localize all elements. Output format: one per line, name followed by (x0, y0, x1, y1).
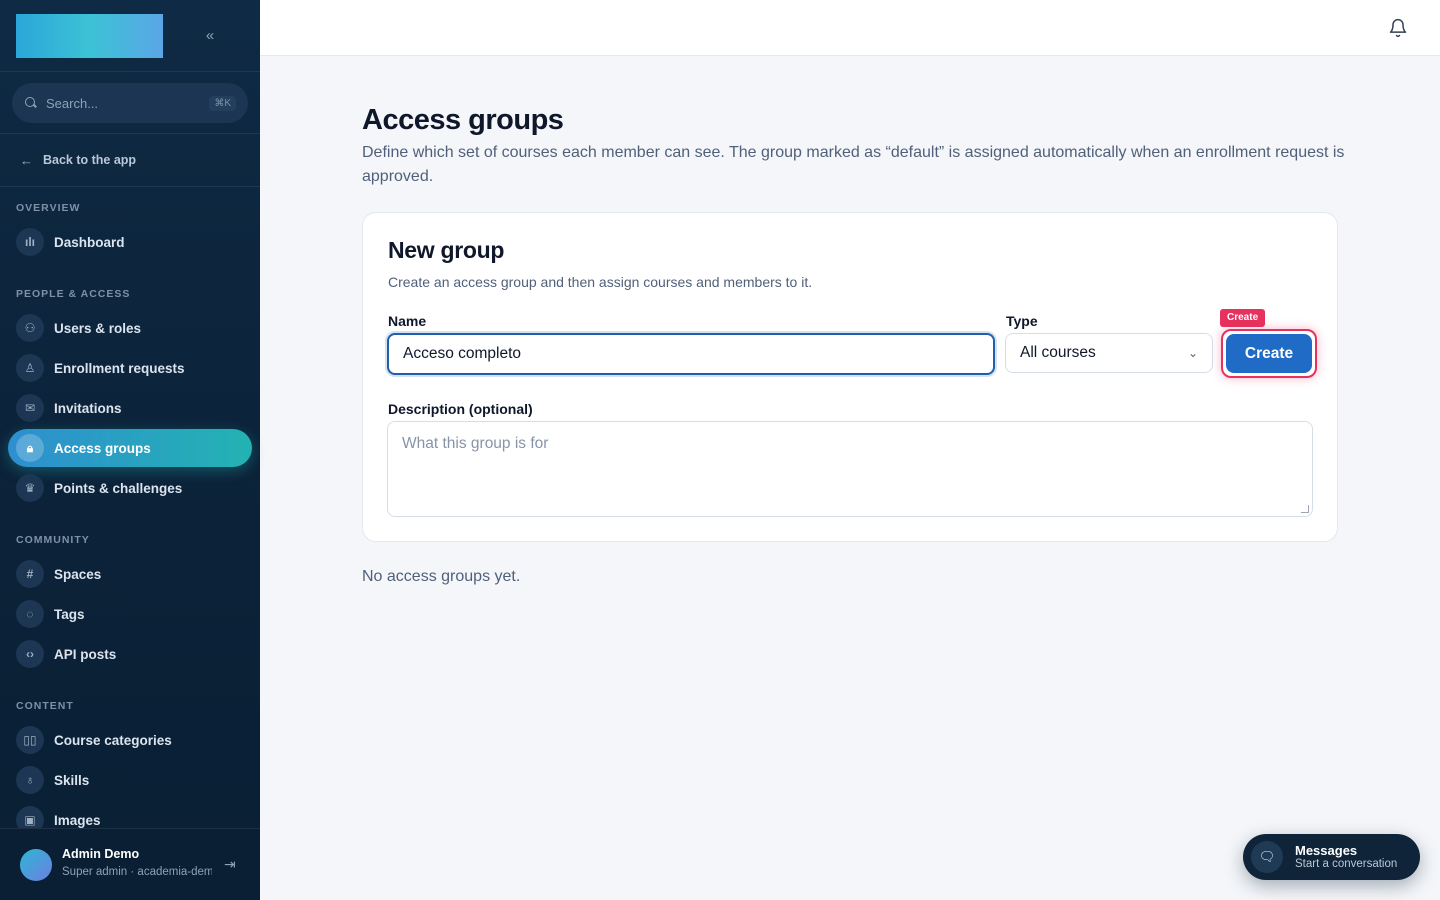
sidebar-item-dashboard[interactable]: ılı Dashboard (8, 223, 252, 261)
divider (0, 186, 260, 187)
back-to-app-link[interactable]: ← Back to the app (20, 150, 136, 170)
sidebar-item-tags[interactable]: ◌ Tags (8, 595, 252, 633)
code-icon: ‹› (16, 640, 44, 668)
section-content: CONTENT (16, 700, 74, 712)
chat-bubble-icon: ◌ (16, 600, 44, 628)
back-label: Back to the app (43, 153, 137, 167)
resize-handle-icon[interactable] (1301, 505, 1309, 513)
description-placeholder: What this group is for (402, 435, 549, 452)
section-community: COMMUNITY (16, 534, 90, 546)
hash-icon: # (16, 560, 44, 588)
create-highlight-tag: Create (1220, 309, 1266, 327)
sidebar-item-label: Access groups (54, 440, 151, 456)
trophy-icon: ♛ (16, 474, 44, 502)
type-label: Type (1006, 313, 1038, 329)
award-icon: ♁ (16, 766, 44, 794)
sidebar-item-invitations[interactable]: ✉ Invitations (8, 389, 252, 427)
sidebar-item-users-roles[interactable]: ⚇ Users & roles (8, 309, 252, 347)
card-subtitle: Create an access group and then assign c… (388, 274, 813, 290)
search-icon (24, 96, 38, 110)
arrow-left-icon: ← (20, 152, 33, 168)
bar-chart-icon: ılı (16, 228, 44, 256)
chat-icon: 🗨︎ (1251, 841, 1283, 873)
sidebar-item-label: Images (54, 812, 101, 828)
brand-logo[interactable] (16, 14, 163, 58)
type-select-value: All courses (1020, 344, 1096, 361)
sidebar-item-label: Users & roles (54, 320, 142, 336)
name-input[interactable]: Acceso completo (387, 333, 995, 375)
type-select[interactable]: All courses ⌄ (1005, 333, 1213, 373)
chevron-down-icon: ⌄ (1187, 346, 1198, 360)
sidebar-item-label: Course categories (54, 732, 172, 748)
sidebar-item-api-posts[interactable]: ‹› API posts (8, 635, 252, 673)
sidebar-item-skills[interactable]: ♁ Skills (8, 761, 252, 799)
sidebar-item-label: API posts (54, 646, 117, 662)
sidebar-search[interactable]: Search... ⌘K (12, 83, 248, 123)
sidebar-item-points-challenges[interactable]: ♛ Points & challenges (8, 469, 252, 507)
lock-icon: 🔒︎ (16, 434, 44, 462)
topbar (260, 0, 1440, 56)
page-description: Define which set of courses each member … (362, 144, 1345, 185)
user-panel: Admin Demo Super admin · academia-demo ⇥ (0, 828, 260, 900)
create-button[interactable]: Create (1226, 334, 1312, 373)
bell-icon[interactable] (1388, 18, 1408, 38)
messages-subtitle: Start a conversation (1295, 858, 1398, 870)
name-label: Name (388, 313, 427, 329)
avatar[interactable] (20, 849, 52, 881)
users-icon: ⚇ (16, 314, 44, 342)
messages-title: Messages (1295, 843, 1358, 858)
sidebar-item-label: Enrollment requests (54, 360, 185, 376)
section-overview: OVERVIEW (16, 202, 81, 214)
create-button-highlight: Create (1221, 329, 1317, 378)
card-title: New group (388, 237, 505, 263)
messages-widget[interactable]: 🗨︎ Messages Start a conversation (1243, 834, 1420, 880)
sidebar-item-access-groups[interactable]: 🔒︎ Access groups (8, 429, 252, 467)
sidebar-item-label: Spaces (54, 566, 102, 582)
sidebar-item-label: Tags (54, 606, 85, 622)
search-shortcut-badge: ⌘K (209, 95, 236, 111)
mail-icon: ✉ (16, 394, 44, 422)
divider (0, 133, 260, 134)
sidebar-item-enrollment-requests[interactable]: ♙ Enrollment requests (8, 349, 252, 387)
sidebar-item-label: Invitations (54, 400, 122, 416)
logout-icon[interactable]: ⇥ (224, 856, 236, 873)
description-textarea[interactable]: What this group is for (387, 421, 1313, 517)
sidebar: « Search... ⌘K ← Back to the app OVERVIE… (0, 0, 260, 900)
user-role: Super admin · academia-demo (62, 866, 212, 878)
page-title: Access groups (362, 104, 564, 136)
sidebar-item-label: Dashboard (54, 234, 125, 250)
search-input[interactable]: Search... (46, 96, 209, 111)
description-label: Description (optional) (388, 401, 533, 417)
collapse-sidebar-icon[interactable]: « (200, 26, 220, 46)
sidebar-item-spaces[interactable]: # Spaces (8, 555, 252, 593)
section-people-access: PEOPLE & ACCESS (16, 288, 131, 300)
sidebar-item-label: Skills (54, 772, 90, 788)
sidebar-header: « (0, 0, 260, 72)
new-group-card: New group Create an access group and the… (362, 212, 1338, 542)
user-icon: ♙ (16, 354, 44, 382)
sidebar-item-course-categories[interactable]: ▯▯ Course categories (8, 721, 252, 759)
user-name: Admin Demo (62, 847, 140, 861)
empty-state: No access groups yet. (362, 568, 521, 585)
sidebar-item-label: Points & challenges (54, 480, 183, 496)
book-icon: ▯▯ (16, 726, 44, 754)
